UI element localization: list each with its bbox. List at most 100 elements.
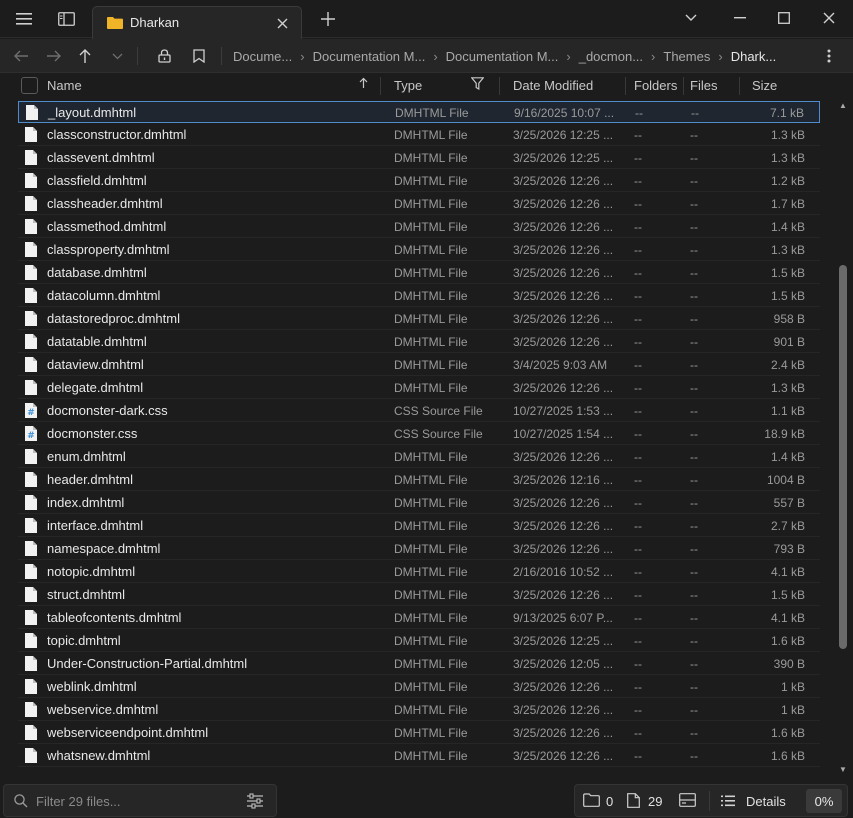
file-row[interactable]: classproperty.dmhtml DMHTML File 3/25/2026… bbox=[18, 239, 820, 261]
file-type: DMHTML File bbox=[394, 565, 468, 579]
scroll-down-icon[interactable]: ▼ bbox=[839, 765, 847, 774]
breadcrumb-item[interactable]: Docume... bbox=[226, 49, 299, 64]
file-date: 3/25/2026 12:26 ... bbox=[513, 174, 614, 188]
file-date: 3/25/2026 12:26 ... bbox=[513, 542, 614, 556]
file-icon bbox=[25, 656, 37, 674]
file-row[interactable]: delegate.dmhtml DMHTML File 3/25/2026 12:2… bbox=[18, 377, 820, 399]
file-name: database.dmhtml bbox=[47, 265, 147, 280]
file-row[interactable]: classevent.dmhtml DMHTML File 3/25/2026 12… bbox=[18, 147, 820, 169]
column-date-modified[interactable]: Date Modified bbox=[513, 78, 593, 93]
close-window-icon[interactable] bbox=[812, 4, 846, 32]
file-row[interactable]: classfield.dmhtml DMHTML File 3/25/2026 12… bbox=[18, 170, 820, 192]
column-name[interactable]: Name bbox=[47, 78, 82, 93]
file-name: classmethod.dmhtml bbox=[47, 219, 167, 234]
file-row[interactable]: # docmonster.css CSS Source File 10/27/2025… bbox=[18, 423, 820, 445]
file-row[interactable]: Under-Construction-Partial.dmhtml DMHTML … bbox=[18, 653, 820, 675]
toggle-sidebar-icon[interactable] bbox=[51, 6, 81, 32]
file-size: 1 kB bbox=[780, 703, 805, 717]
file-date: 3/25/2026 12:26 ... bbox=[513, 312, 614, 326]
details-view-button[interactable]: Details bbox=[746, 794, 786, 809]
back-arrow-icon[interactable] bbox=[7, 43, 35, 69]
select-all-checkbox[interactable] bbox=[21, 77, 38, 94]
file-row[interactable]: namespace.dmhtml DMHTML File 3/25/2026 12:… bbox=[18, 538, 820, 560]
column-folders[interactable]: Folders bbox=[634, 78, 677, 93]
recent-chevron-icon[interactable] bbox=[103, 43, 131, 69]
file-name: docmonster-dark.css bbox=[47, 403, 168, 418]
file-type: DMHTML File bbox=[394, 220, 468, 234]
file-row[interactable]: _layout.dmhtml DMHTML File 9/16/2025 10:07… bbox=[18, 101, 820, 123]
up-arrow-icon[interactable] bbox=[71, 43, 99, 69]
tab-close-icon[interactable] bbox=[271, 12, 293, 34]
file-row[interactable]: enum.dmhtml DMHTML File 3/25/2026 12:26 ..… bbox=[18, 446, 820, 468]
css-file-icon: # bbox=[25, 403, 37, 421]
file-size: 1.6 kB bbox=[770, 749, 805, 763]
scroll-up-icon[interactable]: ▲ bbox=[839, 101, 847, 110]
file-row[interactable]: topic.dmhtml DMHTML File 3/25/2026 12:25 .… bbox=[18, 630, 820, 652]
column-size[interactable]: Size bbox=[752, 78, 777, 93]
file-row[interactable]: classheader.dmhtml DMHTML File 3/25/2026 1… bbox=[18, 193, 820, 215]
forward-arrow-icon[interactable] bbox=[39, 43, 67, 69]
breadcrumb-item[interactable]: Documentation M... bbox=[439, 49, 566, 64]
more-options-icon[interactable] bbox=[815, 43, 843, 69]
minimize-icon[interactable] bbox=[723, 4, 757, 32]
breadcrumb-item[interactable]: Themes bbox=[656, 49, 717, 64]
file-name: tableofcontents.dmhtml bbox=[47, 610, 182, 625]
file-size: 1.5 kB bbox=[770, 588, 805, 602]
file-folders: -- bbox=[634, 703, 642, 717]
drive-icon[interactable] bbox=[679, 793, 696, 810]
zoom-percent[interactable]: 0% bbox=[806, 789, 842, 813]
file-row[interactable]: whatsnew.dmhtml DMHTML File 3/25/2026 12:2… bbox=[18, 745, 820, 767]
file-name: webserviceendpoint.dmhtml bbox=[47, 725, 209, 740]
file-row[interactable]: weblink.dmhtml DMHTML File 3/25/2026 12:26… bbox=[18, 676, 820, 698]
file-row[interactable]: classmethod.dmhtml DMHTML File 3/25/2026 1… bbox=[18, 216, 820, 238]
file-row[interactable]: index.dmhtml DMHTML File 3/25/2026 12:26 .… bbox=[18, 492, 820, 514]
filter-input[interactable] bbox=[36, 792, 236, 810]
breadcrumb-item[interactable]: _docmon... bbox=[572, 49, 650, 64]
file-row[interactable]: datatable.dmhtml DMHTML File 3/25/2026 12:… bbox=[18, 331, 820, 353]
scroll-thumb[interactable] bbox=[839, 265, 847, 649]
file-row[interactable]: header.dmhtml DMHTML File 3/25/2026 12:16 … bbox=[18, 469, 820, 491]
file-folders: -- bbox=[635, 106, 643, 120]
file-name: namespace.dmhtml bbox=[47, 541, 161, 556]
column-type[interactable]: Type bbox=[394, 78, 422, 93]
file-row[interactable]: datacolumn.dmhtml DMHTML File 3/25/2026 12… bbox=[18, 285, 820, 307]
lock-icon[interactable] bbox=[150, 43, 178, 69]
file-name: notopic.dmhtml bbox=[47, 564, 136, 579]
breadcrumb-item[interactable]: Documentation M... bbox=[306, 49, 433, 64]
tab-dharkan[interactable]: Dharkan bbox=[92, 6, 302, 39]
file-files: -- bbox=[690, 611, 698, 625]
file-row[interactable]: dataview.dmhtml DMHTML File 3/4/2025 9:03 … bbox=[18, 354, 820, 376]
sort-ascending-icon[interactable] bbox=[359, 77, 368, 92]
filter-options-icon[interactable] bbox=[246, 792, 264, 813]
file-size: 1004 B bbox=[766, 473, 805, 487]
tab-list-chevron-icon[interactable] bbox=[674, 4, 708, 32]
file-folders: -- bbox=[634, 657, 642, 671]
file-name: classconstructor.dmhtml bbox=[47, 127, 187, 142]
file-row[interactable]: notopic.dmhtml DMHTML File 2/16/2016 10:52… bbox=[18, 561, 820, 583]
breadcrumb-current[interactable]: Dhark... bbox=[724, 49, 784, 64]
column-files[interactable]: Files bbox=[690, 78, 717, 93]
file-row[interactable]: database.dmhtml DMHTML File 3/25/2026 12:2… bbox=[18, 262, 820, 284]
maximize-icon[interactable] bbox=[767, 4, 801, 32]
file-files: -- bbox=[690, 542, 698, 556]
file-name: classevent.dmhtml bbox=[47, 150, 155, 165]
new-tab-icon[interactable] bbox=[313, 6, 343, 32]
bookmark-icon[interactable] bbox=[185, 43, 213, 69]
vertical-scrollbar[interactable]: ▲ ▼ bbox=[836, 101, 850, 777]
file-row[interactable]: webserviceendpoint.dmhtml DMHTML File 3/25… bbox=[18, 722, 820, 744]
file-row[interactable]: interface.dmhtml DMHTML File 3/25/2026 12:… bbox=[18, 515, 820, 537]
file-row[interactable]: struct.dmhtml DMHTML File 3/25/2026 12:26 … bbox=[18, 584, 820, 606]
file-date: 3/4/2025 9:03 AM bbox=[513, 358, 608, 372]
file-type: DMHTML File bbox=[394, 243, 468, 257]
menu-icon[interactable] bbox=[9, 6, 39, 32]
file-row[interactable]: datastoredproc.dmhtml DMHTML File 3/25/202… bbox=[18, 308, 820, 330]
file-files: -- bbox=[690, 473, 698, 487]
file-size: 1.4 kB bbox=[770, 220, 805, 234]
file-row[interactable]: webservice.dmhtml DMHTML File 3/25/2026 12… bbox=[18, 699, 820, 721]
file-icon bbox=[25, 127, 37, 145]
file-row[interactable]: classconstructor.dmhtml DMHTML File 3/25/2… bbox=[18, 124, 820, 146]
file-row[interactable]: tableofcontents.dmhtml DMHTML File 9/13/20… bbox=[18, 607, 820, 629]
details-list-icon[interactable] bbox=[721, 795, 735, 810]
file-row[interactable]: # docmonster-dark.css CSS Source File 10/27… bbox=[18, 400, 820, 422]
filter-icon[interactable] bbox=[470, 77, 485, 93]
